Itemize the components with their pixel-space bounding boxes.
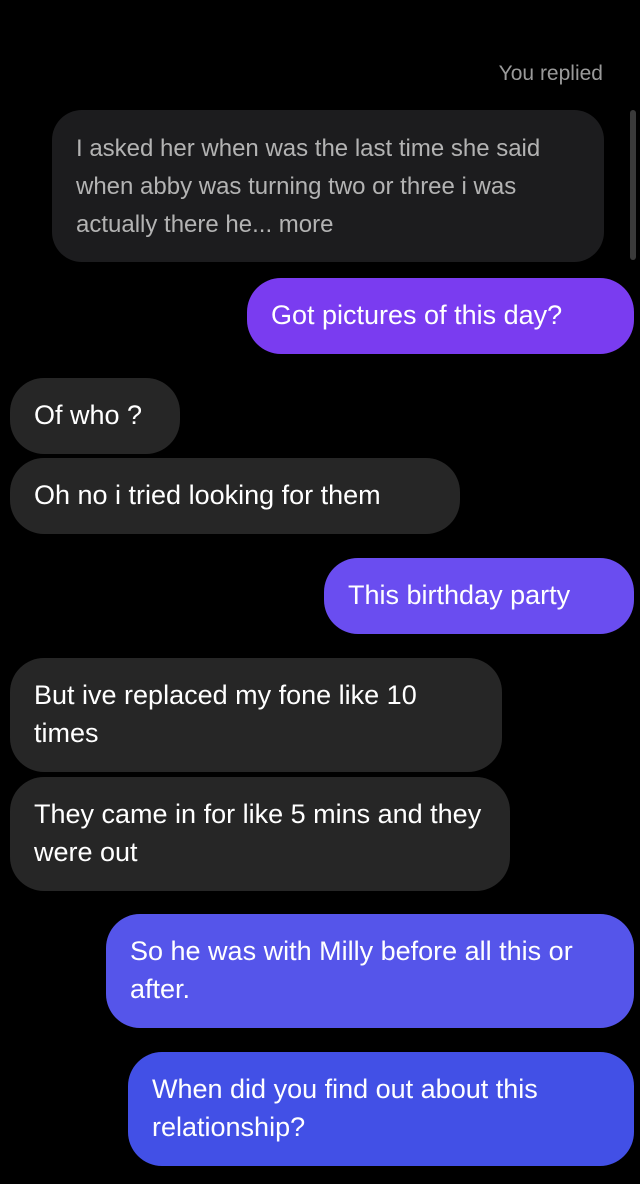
incoming-message[interactable]: But ive replaced my fone like 10 times (10, 658, 502, 772)
outgoing-message[interactable]: This birthday party (324, 558, 634, 634)
incoming-message[interactable]: Oh no i tried looking for them (10, 458, 460, 534)
outgoing-message[interactable]: So he was with Milly before all this or … (106, 914, 634, 1028)
incoming-message[interactable]: They came in for like 5 mins and they we… (10, 777, 510, 891)
outgoing-message[interactable]: Got pictures of this day? (247, 278, 634, 354)
outgoing-message[interactable]: When did you find out about this relatio… (128, 1052, 634, 1166)
quoted-reply-message[interactable]: I asked her when was the last time she s… (52, 110, 604, 262)
scrollbar[interactable] (630, 110, 636, 260)
you-replied-label: You replied (498, 62, 603, 85)
incoming-message[interactable]: Of who ? (10, 378, 180, 454)
